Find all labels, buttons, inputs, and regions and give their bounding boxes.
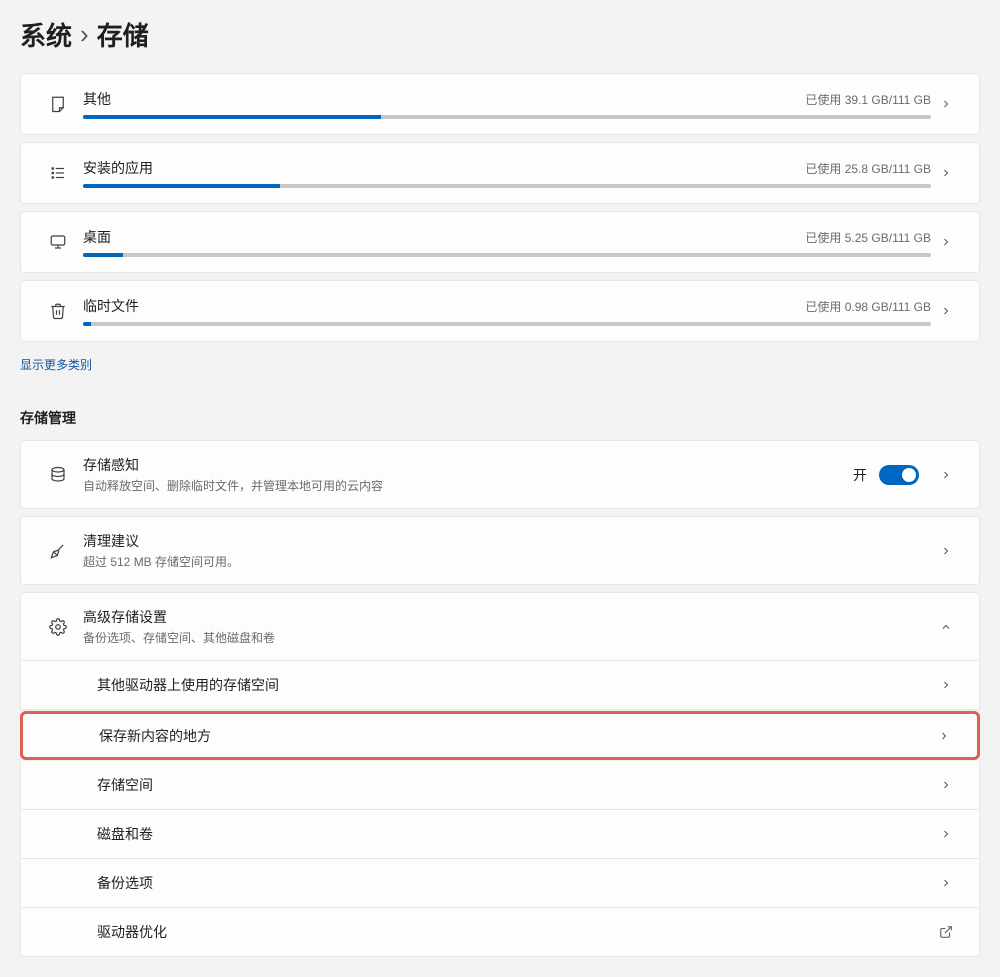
category-title: 桌面 [83, 227, 111, 247]
breadcrumb-parent[interactable]: 系统 [20, 16, 72, 53]
usage-bar [83, 115, 931, 119]
chevron-right-icon [931, 305, 961, 317]
chevron-right-icon [931, 167, 961, 179]
sub-item-label: 存储空间 [97, 775, 931, 795]
monitor-icon [33, 233, 83, 251]
advanced-sub-item[interactable]: 存储空间 [20, 761, 980, 810]
storage-sense-title: 存储感知 [83, 455, 853, 475]
category-usage: 已使用 25.8 GB/111 GB [805, 160, 931, 177]
advanced-sub-item[interactable]: 磁盘和卷 [20, 810, 980, 859]
storage-sense-subtitle: 自动释放空间、删除临时文件，并管理本地可用的云内容 [83, 477, 853, 494]
advanced-storage-settings-row[interactable]: 高级存储设置 备份选项、存储空间、其他磁盘和卷 [20, 592, 980, 661]
advanced-sub-item[interactable]: 备份选项 [20, 859, 980, 908]
category-usage: 已使用 39.1 GB/111 GB [805, 91, 931, 108]
chevron-right-icon [931, 98, 961, 110]
chevron-right-icon [931, 545, 961, 557]
storage-category-row[interactable]: 其他 已使用 39.1 GB/111 GB [20, 73, 980, 135]
chevron-right-icon [931, 469, 961, 481]
database-icon [33, 466, 83, 484]
storage-sense-toggle[interactable] [879, 465, 919, 485]
storage-category-row[interactable]: 安装的应用 已使用 25.8 GB/111 GB [20, 142, 980, 204]
cleanup-title: 清理建议 [83, 531, 931, 551]
sticky-note-icon [33, 95, 83, 113]
external-link-icon [931, 925, 961, 939]
chevron-right-icon [931, 779, 961, 791]
sub-item-label: 驱动器优化 [97, 922, 931, 942]
gear-icon [33, 618, 83, 636]
advanced-sub-item[interactable]: 保存新内容的地方 [20, 711, 980, 760]
category-usage: 已使用 0.98 GB/111 GB [805, 298, 931, 315]
chevron-right-icon [931, 236, 961, 248]
cleanup-recommendations-row[interactable]: 清理建议 超过 512 MB 存储空间可用。 [20, 516, 980, 585]
breadcrumb-separator: › [80, 19, 89, 50]
breadcrumb: 系统 › 存储 [20, 0, 980, 73]
sub-item-label: 保存新内容的地方 [99, 726, 929, 746]
chevron-right-icon [931, 828, 961, 840]
advanced-title: 高级存储设置 [83, 607, 931, 627]
storage-sense-row[interactable]: 存储感知 自动释放空间、删除临时文件，并管理本地可用的云内容 开 [20, 440, 980, 509]
chevron-right-icon [931, 679, 961, 691]
category-title: 安装的应用 [83, 158, 153, 178]
storage-category-row[interactable]: 临时文件 已使用 0.98 GB/111 GB [20, 280, 980, 342]
category-title: 其他 [83, 89, 111, 109]
broom-icon [33, 542, 83, 560]
chevron-up-icon [931, 621, 961, 633]
advanced-sub-item[interactable]: 其他驱动器上使用的存储空间 [20, 661, 980, 710]
storage-category-row[interactable]: 桌面 已使用 5.25 GB/111 GB [20, 211, 980, 273]
usage-bar [83, 253, 931, 257]
advanced-sub-item[interactable]: 驱动器优化 [20, 908, 980, 957]
list-icon [33, 164, 83, 182]
cleanup-subtitle: 超过 512 MB 存储空间可用。 [83, 553, 931, 570]
advanced-subtitle: 备份选项、存储空间、其他磁盘和卷 [83, 629, 931, 646]
chevron-right-icon [931, 877, 961, 889]
sub-item-label: 备份选项 [97, 873, 931, 893]
storage-sense-toggle-label: 开 [853, 465, 867, 485]
category-title: 临时文件 [83, 296, 139, 316]
show-more-categories-link[interactable]: 显示更多类别 [20, 356, 92, 373]
category-usage: 已使用 5.25 GB/111 GB [805, 229, 931, 246]
sub-item-label: 其他驱动器上使用的存储空间 [97, 675, 931, 695]
sub-item-label: 磁盘和卷 [97, 824, 931, 844]
advanced-sub-list: 其他驱动器上使用的存储空间保存新内容的地方存储空间磁盘和卷备份选项驱动器优化 [20, 661, 980, 957]
breadcrumb-current: 存储 [97, 16, 149, 53]
storage-management-heading: 存储管理 [20, 408, 980, 428]
usage-bar [83, 322, 931, 326]
trash-icon [33, 302, 83, 320]
storage-usage-list: 其他 已使用 39.1 GB/111 GB 安装的应用 已使用 25.8 GB/111… [20, 73, 980, 342]
usage-bar [83, 184, 931, 188]
chevron-right-icon [929, 730, 959, 742]
